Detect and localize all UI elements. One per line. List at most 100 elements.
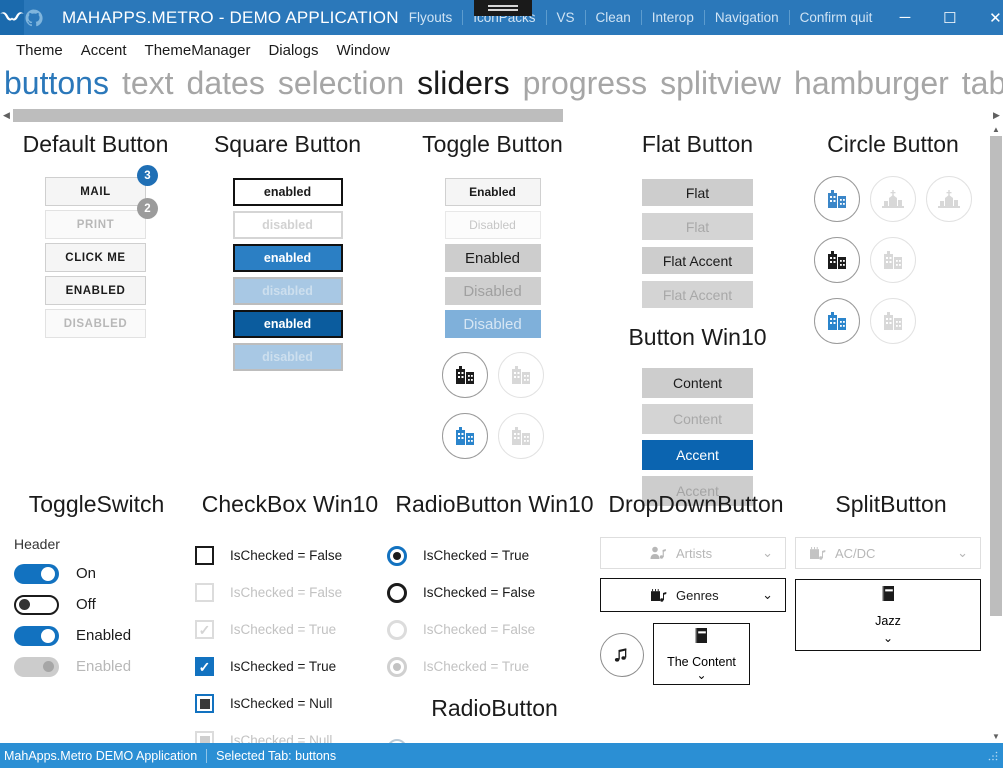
section-toggleswitch: ToggleSwitch Header On Off Enabled Enabl	[14, 491, 179, 682]
radio-row[interactable]: IsChecked = False	[387, 574, 602, 611]
square-button-enabled-1[interactable]: enabled	[233, 178, 343, 206]
splitbutton-label: AC/DC	[835, 546, 875, 561]
toggle-switch[interactable]	[14, 595, 59, 615]
tab-dates[interactable]: dates	[187, 65, 265, 102]
radio-selected[interactable]	[387, 546, 407, 566]
titlebar-link-navigation[interactable]: Navigation	[705, 0, 789, 35]
toggleswitch-off[interactable]: Off	[14, 589, 179, 620]
chevron-down-icon: ⌄	[883, 631, 893, 645]
scroll-up-arrow-icon[interactable]: ▲	[989, 123, 1003, 136]
flat-accent-button-1[interactable]: Flat Accent	[642, 247, 753, 274]
check-icon: ✓	[199, 623, 211, 637]
section-default-button: Default Button MAIL 3 PRINT 2 CLICK ME E…	[18, 131, 173, 338]
toggle-switch[interactable]	[14, 626, 59, 646]
github-octocat-icon[interactable]	[24, 0, 44, 35]
chevron-down-icon: ⌄	[696, 668, 706, 682]
horizontal-scrollbar[interactable]: ◀ ▶	[0, 108, 1003, 123]
tab-splitview[interactable]: splitview	[660, 65, 781, 102]
dropdown-artists[interactable]: Artists ⌄	[600, 537, 786, 569]
toggleswitch-disabled: Enabled	[14, 651, 179, 682]
tab-progress[interactable]: progress	[523, 65, 648, 102]
titlebar-link-interop[interactable]: Interop	[642, 0, 704, 35]
vertical-scrollbar[interactable]: ▲ ▼	[989, 123, 1003, 743]
radio-unselected[interactable]	[387, 583, 407, 603]
toggle-circle-city-blue[interactable]	[442, 413, 488, 459]
horizontal-scroll-track[interactable]	[13, 109, 990, 122]
toggleswitch-enabled[interactable]: Enabled	[14, 620, 179, 651]
tab-text[interactable]: text	[122, 65, 174, 102]
minimize-button[interactable]: ─	[882, 0, 927, 35]
checkbox-label: IsChecked = False	[230, 585, 342, 600]
dropdown-circle-music[interactable]	[600, 633, 644, 677]
toggle-circle-city-dark[interactable]	[442, 352, 488, 398]
checkbox-indeterminate[interactable]	[195, 694, 214, 713]
enabled-button[interactable]: ENABLED	[45, 276, 146, 305]
circle-button-city-dark[interactable]	[814, 237, 860, 283]
toggle-switch[interactable]	[14, 564, 59, 584]
titlebar-link-flyouts[interactable]: Flyouts	[399, 0, 463, 35]
mail-button[interactable]: MAIL	[45, 177, 146, 206]
tab-buttons[interactable]: buttons	[4, 65, 109, 102]
dropdown-genres[interactable]: Genres ⌄	[600, 578, 786, 612]
section-title: Flat Button	[620, 131, 775, 158]
circle-button-city-disabled-1	[870, 237, 916, 283]
tab-sliders[interactable]: sliders	[417, 65, 509, 102]
dropdown-label: Genres	[676, 588, 719, 603]
toggle-button-enabled-2[interactable]: Enabled	[445, 244, 541, 272]
menu-item-theme[interactable]: Theme	[7, 40, 72, 61]
vertical-scroll-thumb[interactable]	[990, 136, 1002, 616]
splitbutton-jazz-label: Jazz	[875, 614, 901, 628]
tab-selection[interactable]: selection	[278, 65, 404, 102]
hamburger-menu-icon[interactable]	[474, 0, 532, 16]
circle-button-city-blue-1[interactable]	[814, 176, 860, 222]
checkbox-row[interactable]: ✓ IsChecked = True	[195, 648, 385, 685]
toggle-button-enabled-1[interactable]: Enabled	[445, 178, 541, 206]
vertical-scroll-track[interactable]	[989, 136, 1003, 730]
radio-row: IsChecked = True	[387, 648, 602, 685]
menu-item-window[interactable]: Window	[327, 40, 398, 61]
music-album-icon	[647, 588, 669, 603]
splitbutton-acdc[interactable]: AC/DC ⌄	[795, 537, 981, 569]
splitbutton-jazz-box[interactable]: Jazz ⌄	[795, 579, 981, 651]
square-button-enabled-2[interactable]: enabled	[233, 244, 343, 272]
scroll-down-arrow-icon[interactable]: ▼	[989, 730, 1003, 743]
titlebar-link-vs[interactable]: VS	[547, 0, 585, 35]
square-button-enabled-3[interactable]: enabled	[233, 310, 343, 338]
win10-accent-button-1[interactable]: Accent	[642, 440, 753, 470]
menu-item-thememanager[interactable]: ThemeManager	[136, 40, 260, 61]
horizontal-scroll-thumb[interactable]	[13, 109, 563, 122]
titlebar-link-confirm-quit[interactable]: Confirm quit	[790, 0, 883, 35]
checkbox-row[interactable]: IsChecked = False	[195, 537, 385, 574]
checkbox-unchecked[interactable]	[195, 546, 214, 565]
toggle-circle-city-disabled-2	[498, 413, 544, 459]
radio-label: IsChecked = True	[423, 548, 529, 563]
circle-button-city-blue-2[interactable]	[814, 298, 860, 344]
person-music-icon	[647, 546, 669, 560]
radio-row[interactable]: IsChecked = True	[387, 537, 602, 574]
checkbox-row[interactable]: IsChecked = Null	[195, 685, 385, 722]
section-title: Toggle Button	[415, 131, 570, 158]
close-button[interactable]: ✕	[972, 0, 1003, 35]
click-me-button[interactable]: CLICK ME	[45, 243, 146, 272]
resize-grip-icon[interactable]	[987, 750, 999, 762]
menu-item-dialogs[interactable]: Dialogs	[259, 40, 327, 61]
toggleswitch-label: Enabled	[76, 658, 131, 675]
radio-row[interactable]: IsChecked = True	[387, 730, 602, 743]
win10-content-button-1[interactable]: Content	[642, 368, 753, 398]
scroll-left-arrow-icon[interactable]: ◀	[0, 108, 13, 123]
titlebar-link-clean[interactable]: Clean	[586, 0, 641, 35]
toggleswitch-on[interactable]: On	[14, 558, 179, 589]
tab-tabcontrol[interactable]: tabcontrol	[962, 65, 1003, 102]
tab-hamburger[interactable]: hamburger	[794, 65, 949, 102]
dropdown-content-box[interactable]: The Content ⌄	[653, 623, 750, 685]
check-icon: ✓	[199, 660, 211, 674]
toggleswitch-label: Off	[76, 596, 96, 613]
flat-button-1[interactable]: Flat	[642, 179, 753, 206]
section-square-button: Square Button enabled disabled enabled d…	[210, 131, 365, 371]
square-button-disabled-3: disabled	[233, 343, 343, 371]
city-buildings-icon	[510, 364, 532, 386]
menu-item-accent[interactable]: Accent	[72, 40, 136, 61]
maximize-button[interactable]: ☐	[927, 0, 972, 35]
checkbox-checked[interactable]: ✓	[195, 657, 214, 676]
scroll-right-arrow-icon[interactable]: ▶	[990, 108, 1003, 123]
